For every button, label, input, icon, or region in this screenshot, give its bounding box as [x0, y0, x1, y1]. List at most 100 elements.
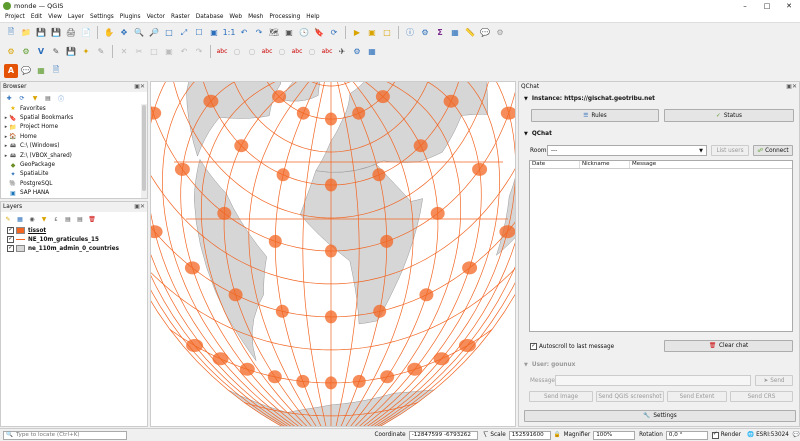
annotation-icon[interactable]: ⚙	[493, 26, 507, 40]
scale-field[interactable]: 152591600	[508, 430, 551, 440]
qchat-icon[interactable]: 💬	[19, 64, 33, 78]
identify-icon[interactable]: ⓘ	[403, 26, 417, 40]
rules-button[interactable]: ☰ Rules	[531, 109, 659, 122]
label-abc-icon[interactable]: abc	[215, 45, 229, 59]
zoom-native-icon[interactable]: 1:1	[222, 26, 236, 40]
processing-toolbox-icon[interactable]: ⚙	[418, 26, 432, 40]
new-project-icon[interactable]: 🗎	[4, 26, 18, 40]
filter-legend-icon[interactable]: ▼	[39, 214, 49, 224]
panel-close-icon[interactable]: ▣✕	[134, 203, 145, 210]
layout-manager-icon[interactable]: 📄	[79, 26, 93, 40]
list-users-button[interactable]: List users	[711, 145, 749, 156]
minimize-icon[interactable]: –	[734, 0, 756, 12]
coordinate-field[interactable]: -12847599 -6793262	[408, 430, 479, 440]
map-tips-icon[interactable]: 💬	[478, 26, 492, 40]
pan-icon[interactable]: ✋	[102, 26, 116, 40]
redo-icon[interactable]: ↷	[192, 45, 206, 59]
browser-item[interactable]: 🐘 PostgreSQL	[3, 179, 147, 188]
remove-layer-icon[interactable]: 🗑	[87, 214, 97, 224]
spatial-bookmark-icon[interactable]: 🔖	[312, 26, 326, 40]
message-input[interactable]	[555, 375, 751, 386]
select-by-value-icon[interactable]: ▣	[365, 26, 379, 40]
browser-item[interactable]: ▸ 🖴 C:\ (Windows)	[3, 142, 147, 151]
scrollbar-thumb[interactable]	[142, 105, 146, 191]
qchat-section[interactable]: ▼ QChat	[524, 131, 552, 137]
close-icon[interactable]: ✕	[778, 0, 800, 12]
save-edits-icon[interactable]: 💾	[64, 45, 78, 59]
menu-plugins[interactable]: Plugins	[117, 14, 144, 20]
browser-item[interactable]: ▣ SAP HANA	[3, 189, 147, 197]
print-layout-icon[interactable]: 🖨	[64, 26, 78, 40]
zoom-rubberband-icon[interactable]: □	[162, 26, 176, 40]
select-features-icon[interactable]: ▶	[350, 26, 364, 40]
messages-icon[interactable]: 💬	[793, 432, 800, 438]
visibility-icon[interactable]: ◉	[27, 214, 37, 224]
room-select[interactable]: --- ▼	[547, 145, 707, 156]
label-pin-icon[interactable]: ○	[230, 45, 244, 59]
new-map-view-icon[interactable]: 🗺	[267, 26, 281, 40]
map-svg[interactable]	[151, 82, 516, 427]
save-project-icon[interactable]: 💾	[34, 26, 48, 40]
undo-icon[interactable]: ↶	[177, 45, 191, 59]
copy-features-icon[interactable]: □	[147, 45, 161, 59]
add-selected-icon[interactable]: ✚	[4, 93, 14, 103]
crs-label[interactable]: ESRI:53024	[756, 432, 789, 438]
browser-item[interactable]: ★ Favorites	[3, 104, 147, 113]
vector-icon[interactable]: V	[34, 45, 48, 59]
label-props-icon[interactable]: abc	[320, 45, 334, 59]
magnifier-field[interactable]: 100%	[593, 430, 636, 440]
send-screenshot-button[interactable]: Send QGIS screenshot	[596, 391, 664, 402]
add-feature-icon[interactable]: ✦	[79, 45, 93, 59]
zoom-last-icon[interactable]: ↶	[237, 26, 251, 40]
browser-item[interactable]: ▸ 🔖 Spatial Bookmarks	[3, 113, 147, 122]
menu-project[interactable]: Project	[2, 14, 28, 20]
label-rotate-icon[interactable]: abc	[290, 45, 304, 59]
gps-icon[interactable]: ✈	[335, 45, 349, 59]
paste-features-icon[interactable]: ▣	[162, 45, 176, 59]
label-move-icon[interactable]: ○	[275, 45, 289, 59]
browser-item[interactable]: ◆ GeoPackage	[3, 160, 147, 169]
menu-mesh[interactable]: Mesh	[245, 14, 266, 20]
menu-help[interactable]: Help	[303, 14, 322, 20]
menu-edit[interactable]: Edit	[28, 14, 45, 20]
menu-raster[interactable]: Raster	[168, 14, 193, 20]
send-crs-button[interactable]: Send CRS	[730, 391, 793, 402]
digitize-icon[interactable]: ✎	[49, 45, 63, 59]
refresh-icon[interactable]: ⟳	[327, 26, 341, 40]
layer-item[interactable]: ✓ tissot	[7, 226, 147, 235]
temporal-controller-icon[interactable]: 🕓	[297, 26, 311, 40]
render-checkbox[interactable]: ✓	[711, 431, 719, 439]
zoom-next-icon[interactable]: ↷	[252, 26, 266, 40]
properties-icon[interactable]: ⓘ	[56, 93, 66, 103]
label-show-icon[interactable]: ○	[245, 45, 259, 59]
zoom-full-icon[interactable]: ⤢	[177, 26, 191, 40]
deselect-icon[interactable]: □	[380, 26, 394, 40]
menu-view[interactable]: View	[45, 14, 65, 20]
collapse-triangle-icon[interactable]: ▼	[524, 96, 528, 102]
collapse-all-icon[interactable]: ▤	[75, 214, 85, 224]
lock-icon[interactable]: 🔒	[554, 432, 561, 438]
browser-item[interactable]: ▸ 🖴 Z:\ (VBOX_shared)	[3, 151, 147, 160]
instance-section[interactable]: ▼ Instance: https://gischat.geotribu.net	[524, 96, 655, 102]
menu-vector[interactable]: Vector	[144, 14, 168, 20]
send-extent-button[interactable]: Send Extent	[667, 391, 727, 402]
layer-visibility-checkbox[interactable]: ✓	[7, 227, 14, 234]
delete-selected-icon[interactable]: ✕	[117, 45, 131, 59]
plugin-a-icon[interactable]: A	[4, 63, 18, 78]
vertex-tool-icon[interactable]: ✎	[94, 45, 108, 59]
collapse-triangle-icon[interactable]: ▼	[524, 131, 528, 137]
pan-to-selection-icon[interactable]: ✥	[117, 26, 131, 40]
maximize-icon[interactable]: □	[756, 0, 778, 12]
plugin-b-icon[interactable]: ▦	[34, 64, 48, 78]
menu-settings[interactable]: Settings	[87, 14, 117, 20]
python-icon[interactable]: ⚙	[350, 45, 364, 59]
zoom-to-selection-icon[interactable]: ☐	[192, 26, 206, 40]
expand-all-icon[interactable]: ▤	[63, 214, 73, 224]
menu-processing[interactable]: Processing	[266, 14, 303, 20]
collapse-all-icon[interactable]: ▤	[43, 93, 53, 103]
zoom-in-icon[interactable]: 🔍	[132, 26, 146, 40]
statistics-icon[interactable]: Σ	[433, 26, 447, 40]
rotation-field[interactable]: 0,0 °	[665, 430, 708, 440]
col-date[interactable]: Date	[530, 161, 580, 168]
label-change-icon[interactable]: ○	[305, 45, 319, 59]
